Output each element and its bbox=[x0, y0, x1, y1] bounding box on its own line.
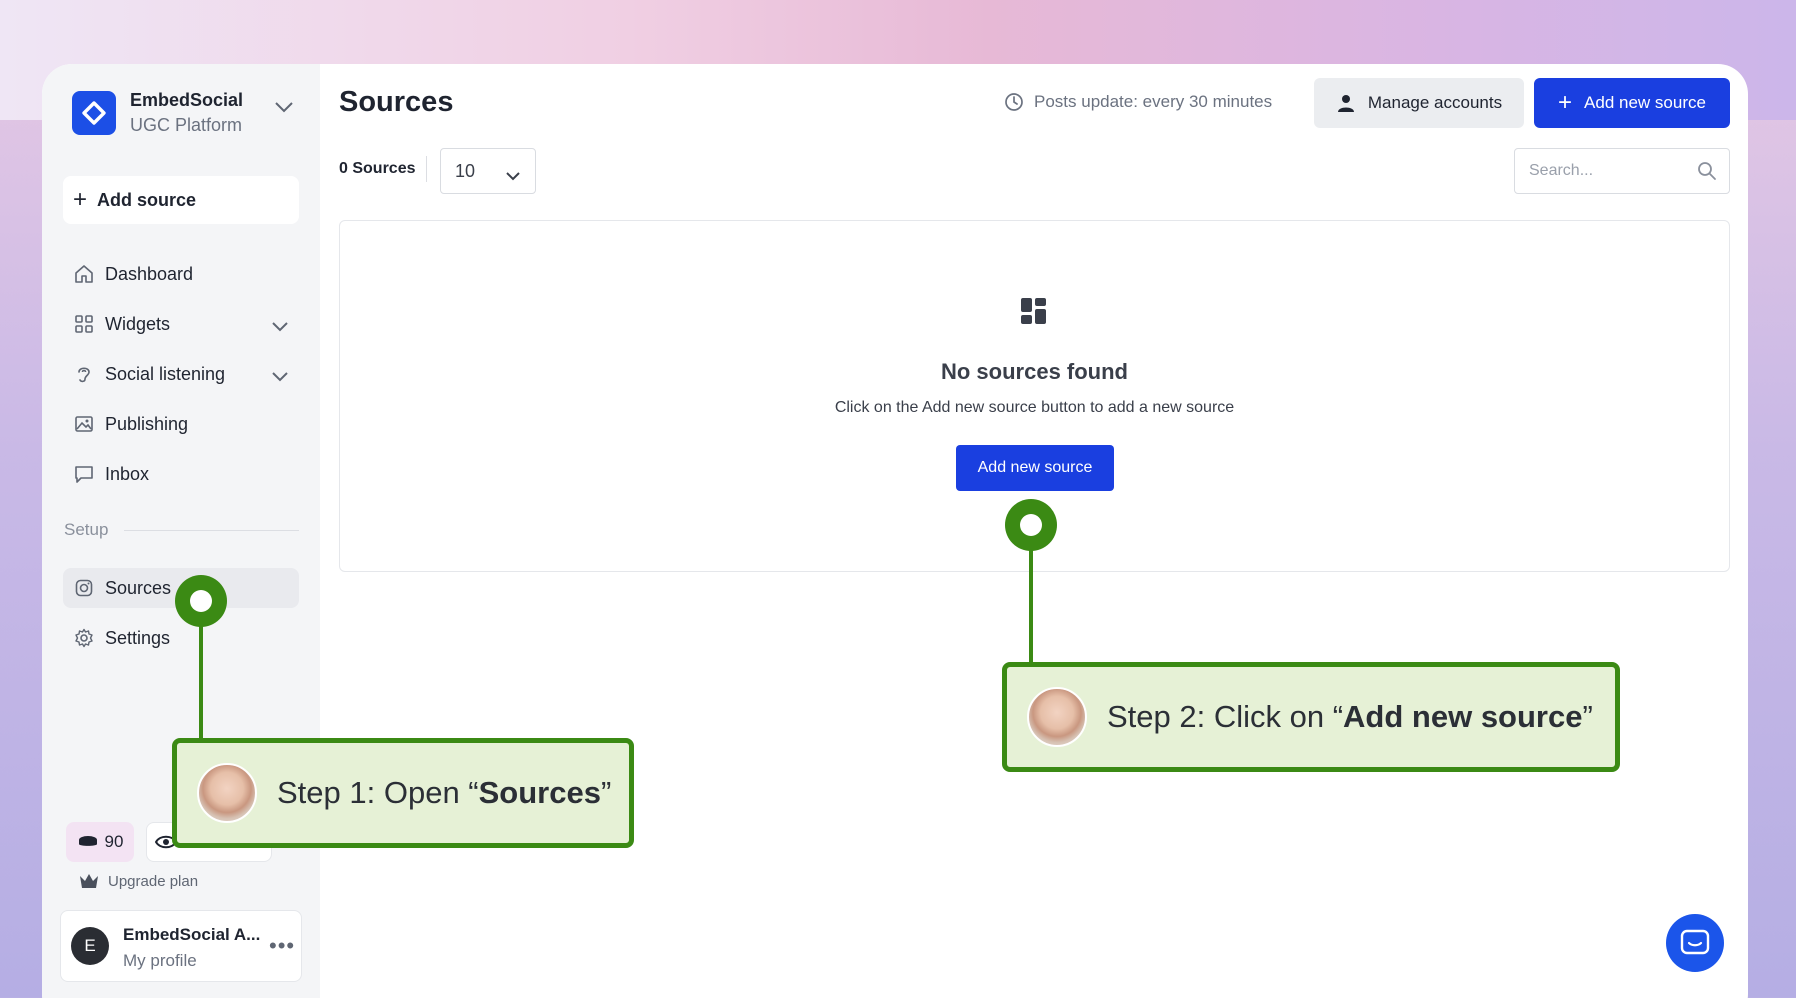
annotation-pin bbox=[1005, 499, 1057, 551]
manage-accounts-label: Manage accounts bbox=[1367, 93, 1503, 112]
sidebar-item-widgets[interactable]: Widgets bbox=[63, 304, 299, 344]
sidebar-item-label: Inbox bbox=[105, 463, 150, 484]
add-new-source-label: Add new source bbox=[1584, 93, 1706, 112]
brand-switcher[interactable]: EmbedSocial UGC Platform bbox=[72, 88, 243, 138]
sidebar-item-dashboard[interactable]: Dashboard bbox=[63, 254, 299, 294]
upgrade-plan-label: Upgrade plan bbox=[108, 872, 199, 890]
ear-icon bbox=[73, 363, 95, 385]
manage-accounts-button[interactable]: Manage accounts bbox=[1314, 78, 1524, 128]
sidebar-item-settings[interactable]: Settings bbox=[63, 618, 299, 658]
chevron-down-icon bbox=[271, 366, 289, 387]
sidebar-item-label: Settings bbox=[105, 627, 171, 648]
user-icon bbox=[1337, 95, 1354, 112]
divider bbox=[426, 156, 427, 182]
add-new-source-button[interactable]: + Add new source bbox=[1534, 78, 1730, 128]
chat-support-button[interactable] bbox=[1666, 914, 1724, 972]
coins-icon bbox=[78, 836, 97, 846]
avatar bbox=[1027, 687, 1087, 747]
posts-update-status: Posts update: every 30 minutes bbox=[1004, 92, 1272, 112]
upgrade-plan-link[interactable]: Upgrade plan bbox=[78, 872, 198, 890]
avatar: E bbox=[71, 927, 109, 965]
sources-count: 0 Sources bbox=[339, 160, 416, 177]
sidebar: EmbedSocial UGC Platform + Add source Da… bbox=[42, 64, 320, 998]
profile-card[interactable]: E EmbedSocial A... My profile ••• bbox=[60, 910, 302, 982]
sidebar-item-label: Sources bbox=[105, 577, 172, 598]
empty-state-text: Click on the Add new source button to ad… bbox=[834, 399, 1235, 416]
crown-icon bbox=[80, 874, 98, 888]
annotation-step2-callout: Step 2: Click on “Add new source” bbox=[1002, 662, 1620, 772]
app-window: EmbedSocial UGC Platform + Add source Da… bbox=[42, 64, 1748, 998]
plus-icon: + bbox=[1558, 89, 1573, 116]
search-field[interactable] bbox=[1514, 148, 1730, 194]
sidebar-item-publishing[interactable]: Publishing bbox=[63, 404, 299, 444]
posts-update-label: Posts update: every 30 minutes bbox=[1034, 92, 1273, 111]
chevron-down-icon bbox=[505, 165, 521, 186]
empty-state-title: No sources found bbox=[940, 359, 1128, 384]
sidebar-item-label: Publishing bbox=[105, 413, 189, 434]
add-source-label: Add source bbox=[97, 189, 197, 210]
chevron-down-icon bbox=[271, 316, 289, 337]
brand-subtitle: UGC Platform bbox=[130, 115, 243, 135]
profile-name: EmbedSocial A... bbox=[123, 925, 261, 944]
message-icon bbox=[73, 463, 95, 485]
chevron-down-icon[interactable] bbox=[274, 100, 294, 118]
instagram-icon bbox=[73, 577, 95, 599]
page-size-select[interactable]: 10 bbox=[440, 148, 536, 194]
search-icon[interactable] bbox=[1697, 161, 1717, 186]
grid-icon bbox=[73, 313, 95, 335]
sidebar-item-label: Widgets bbox=[105, 313, 171, 334]
page-size-value: 10 bbox=[455, 160, 476, 181]
brand-name: EmbedSocial bbox=[130, 90, 244, 110]
credits-badge[interactable]: 90 bbox=[66, 822, 134, 862]
sidebar-item-label: Social listening bbox=[105, 363, 226, 384]
divider bbox=[124, 530, 299, 531]
annotation-pin bbox=[175, 575, 227, 627]
plus-icon: + bbox=[73, 186, 88, 213]
annotation-step1-text: Step 1: Open “Sources” bbox=[277, 775, 612, 810]
gear-icon bbox=[73, 627, 95, 649]
avatar bbox=[197, 763, 257, 823]
add-source-button[interactable]: + Add source bbox=[63, 176, 299, 224]
sidebar-item-inbox[interactable]: Inbox bbox=[63, 454, 299, 494]
embedsocial-logo-icon bbox=[72, 91, 116, 135]
annotation-step2-text: Step 2: Click on “Add new source” bbox=[1107, 699, 1593, 734]
chat-icon bbox=[1680, 929, 1710, 955]
clock-icon bbox=[1005, 93, 1023, 111]
dashboard-icon bbox=[1020, 297, 1048, 330]
sidebar-item-social-listening[interactable]: Social listening bbox=[63, 354, 299, 394]
more-options-icon[interactable]: ••• bbox=[269, 933, 295, 959]
home-icon bbox=[73, 263, 95, 285]
annotation-step1-callout: Step 1: Open “Sources” bbox=[172, 738, 634, 848]
setup-section-label: Setup bbox=[64, 520, 109, 539]
page-title: Sources bbox=[339, 86, 454, 118]
sidebar-item-label: Dashboard bbox=[105, 263, 194, 284]
empty-state-add-source-button[interactable]: Add new source bbox=[956, 445, 1114, 491]
credits-count: 90 bbox=[104, 832, 124, 851]
image-icon bbox=[73, 413, 95, 435]
search-input[interactable] bbox=[1529, 149, 1689, 193]
profile-subtitle: My profile bbox=[123, 951, 197, 970]
